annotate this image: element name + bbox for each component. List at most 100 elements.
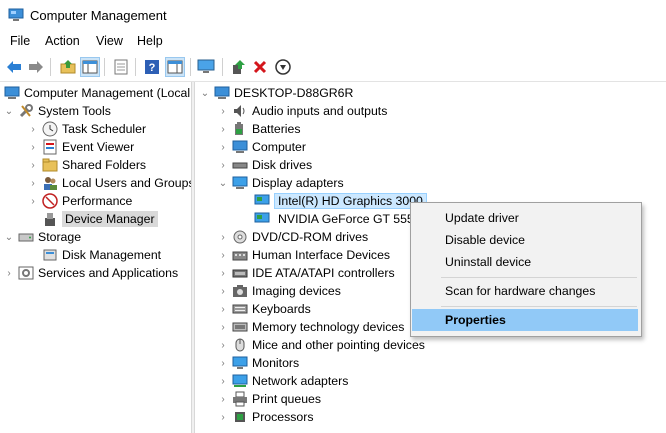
- chevron-down-icon[interactable]: ⌄: [4, 102, 14, 120]
- disable-device-icon[interactable]: [273, 57, 293, 77]
- tree-item-performance[interactable]: › Performance: [28, 192, 132, 210]
- menu-item-scan-hardware[interactable]: Scan for hardware changes: [412, 280, 638, 302]
- chevron-right-icon[interactable]: ›: [4, 264, 14, 282]
- hid-icon: [232, 247, 248, 263]
- chevron-right-icon[interactable]: ›: [218, 264, 228, 282]
- chevron-down-icon[interactable]: ⌄: [218, 174, 228, 192]
- help-icon[interactable]: ?: [142, 57, 162, 77]
- forward-icon[interactable]: [26, 57, 46, 77]
- tree-item-task-scheduler[interactable]: › Task Scheduler: [28, 120, 146, 138]
- tree-item-label: Shared Folders: [62, 158, 147, 172]
- display-adapter-icon: [254, 211, 270, 227]
- storage-icon: [18, 229, 34, 245]
- chevron-right-icon[interactable]: ›: [218, 318, 228, 336]
- chevron-right-icon[interactable]: ›: [218, 228, 228, 246]
- tree-item-services[interactable]: › Services and Applications: [4, 264, 178, 282]
- menu-help[interactable]: Help: [137, 34, 163, 48]
- uninstall-icon[interactable]: [250, 57, 270, 77]
- device-category-processors[interactable]: › Processors: [218, 408, 313, 426]
- monitor-icon[interactable]: [196, 57, 216, 77]
- device-label: Intel(R) HD Graphics 3000: [274, 193, 427, 209]
- device-nvidia-geforce[interactable]: NVIDIA GeForce GT 555M: [254, 210, 424, 228]
- chevron-right-icon[interactable]: ›: [218, 390, 228, 408]
- export-list-icon[interactable]: [111, 57, 131, 77]
- device-category-batteries[interactable]: › Batteries: [218, 120, 301, 138]
- device-manager-icon: [42, 211, 58, 227]
- chevron-right-icon[interactable]: ›: [28, 120, 38, 138]
- device-category-monitors[interactable]: › Monitors: [218, 354, 299, 372]
- tree-item-label: Computer Management (Local: [24, 86, 191, 100]
- chevron-right-icon[interactable]: ›: [218, 282, 228, 300]
- tree-item-event-viewer[interactable]: › Event Viewer: [28, 138, 134, 156]
- device-category-label: Disk drives: [252, 158, 313, 172]
- menu-file[interactable]: File: [10, 34, 30, 48]
- device-category-disk-drives[interactable]: › Disk drives: [218, 156, 312, 174]
- chevron-right-icon[interactable]: ›: [218, 408, 228, 426]
- device-category-label: Batteries: [252, 122, 301, 136]
- battery-icon: [232, 121, 248, 137]
- ide-controller-icon: [232, 265, 248, 281]
- device-category-dvd[interactable]: › DVD/CD-ROM drives: [218, 228, 368, 246]
- chevron-down-icon[interactable]: ⌄: [4, 228, 14, 246]
- device-category-imaging[interactable]: › Imaging devices: [218, 282, 341, 300]
- device-category-audio[interactable]: › Audio inputs and outputs: [218, 102, 387, 120]
- menu-action[interactable]: Action: [45, 34, 80, 48]
- chevron-right-icon[interactable]: ›: [218, 246, 228, 264]
- users-icon: [42, 175, 58, 191]
- chevron-right-icon[interactable]: ›: [218, 102, 228, 120]
- back-icon[interactable]: [4, 57, 24, 77]
- up-folder-icon[interactable]: [58, 57, 78, 77]
- processor-icon: [232, 409, 248, 425]
- show-hide-tree-icon[interactable]: [80, 57, 100, 77]
- chevron-right-icon[interactable]: ›: [28, 156, 38, 174]
- device-category-label: DVD/CD-ROM drives: [252, 230, 369, 244]
- disk-drive-icon: [232, 157, 248, 173]
- window-title: Computer Management: [30, 8, 167, 23]
- device-category-label: Memory technology devices: [252, 320, 405, 334]
- computer-icon: [214, 85, 230, 101]
- device-category-ide[interactable]: › IDE ATA/ATAPI controllers: [218, 264, 394, 282]
- chevron-right-icon[interactable]: ›: [218, 156, 228, 174]
- menu-view[interactable]: View: [96, 34, 123, 48]
- menu-item-properties[interactable]: Properties: [412, 309, 638, 331]
- chevron-right-icon[interactable]: ›: [28, 138, 38, 156]
- chevron-right-icon[interactable]: ›: [218, 120, 228, 138]
- menu-item-update-driver[interactable]: Update driver: [412, 207, 638, 229]
- menu-item-disable-device[interactable]: Disable device: [412, 229, 638, 251]
- computer-management-icon: [4, 85, 20, 101]
- chevron-down-icon[interactable]: ⌄: [200, 84, 210, 102]
- tree-item-storage[interactable]: ⌄ Storage: [4, 228, 81, 246]
- device-category-memory[interactable]: › Memory technology devices: [218, 318, 404, 336]
- device-tree-root[interactable]: ⌄ DESKTOP-D88GR6R: [200, 84, 354, 102]
- chevron-right-icon[interactable]: ›: [218, 354, 228, 372]
- chevron-right-icon[interactable]: ›: [28, 174, 38, 192]
- device-category-network[interactable]: › Network adapters: [218, 372, 348, 390]
- tree-item-system-tools[interactable]: ⌄ System Tools: [4, 102, 111, 120]
- device-intel-hd-graphics[interactable]: Intel(R) HD Graphics 3000: [254, 192, 427, 210]
- chevron-right-icon[interactable]: ›: [28, 192, 38, 210]
- chevron-right-icon[interactable]: ›: [218, 372, 228, 390]
- chevron-right-icon[interactable]: ›: [218, 336, 228, 354]
- device-category-display-adapters[interactable]: ⌄ Display adapters: [218, 174, 344, 192]
- disk-management-icon: [42, 247, 58, 263]
- pane-splitter[interactable]: [191, 82, 195, 433]
- update-driver-icon[interactable]: [228, 57, 248, 77]
- action-pane-icon[interactable]: [165, 57, 185, 77]
- tree-item-root[interactable]: Computer Management (Local: [4, 84, 190, 102]
- tree-item-local-users[interactable]: › Local Users and Groups: [28, 174, 191, 192]
- device-category-print-queues[interactable]: › Print queues: [218, 390, 321, 408]
- device-category-label: Print queues: [252, 392, 322, 406]
- device-category-keyboards[interactable]: › Keyboards: [218, 300, 310, 318]
- device-category-label: Mice and other pointing devices: [252, 338, 425, 352]
- device-category-mice[interactable]: › Mice and other pointing devices: [218, 336, 425, 354]
- chevron-right-icon[interactable]: ›: [218, 300, 228, 318]
- chevron-right-icon[interactable]: ›: [218, 138, 228, 156]
- tree-item-label: Local Users and Groups: [62, 176, 191, 190]
- menu-item-uninstall-device[interactable]: Uninstall device: [412, 251, 638, 273]
- computer-management-icon: [8, 8, 24, 22]
- device-category-hid[interactable]: › Human Interface Devices: [218, 246, 390, 264]
- tree-item-device-manager[interactable]: Device Manager: [28, 210, 158, 228]
- tree-item-shared-folders[interactable]: › Shared Folders: [28, 156, 146, 174]
- tree-item-disk-management[interactable]: Disk Management: [28, 246, 161, 264]
- device-category-computer[interactable]: › Computer: [218, 138, 306, 156]
